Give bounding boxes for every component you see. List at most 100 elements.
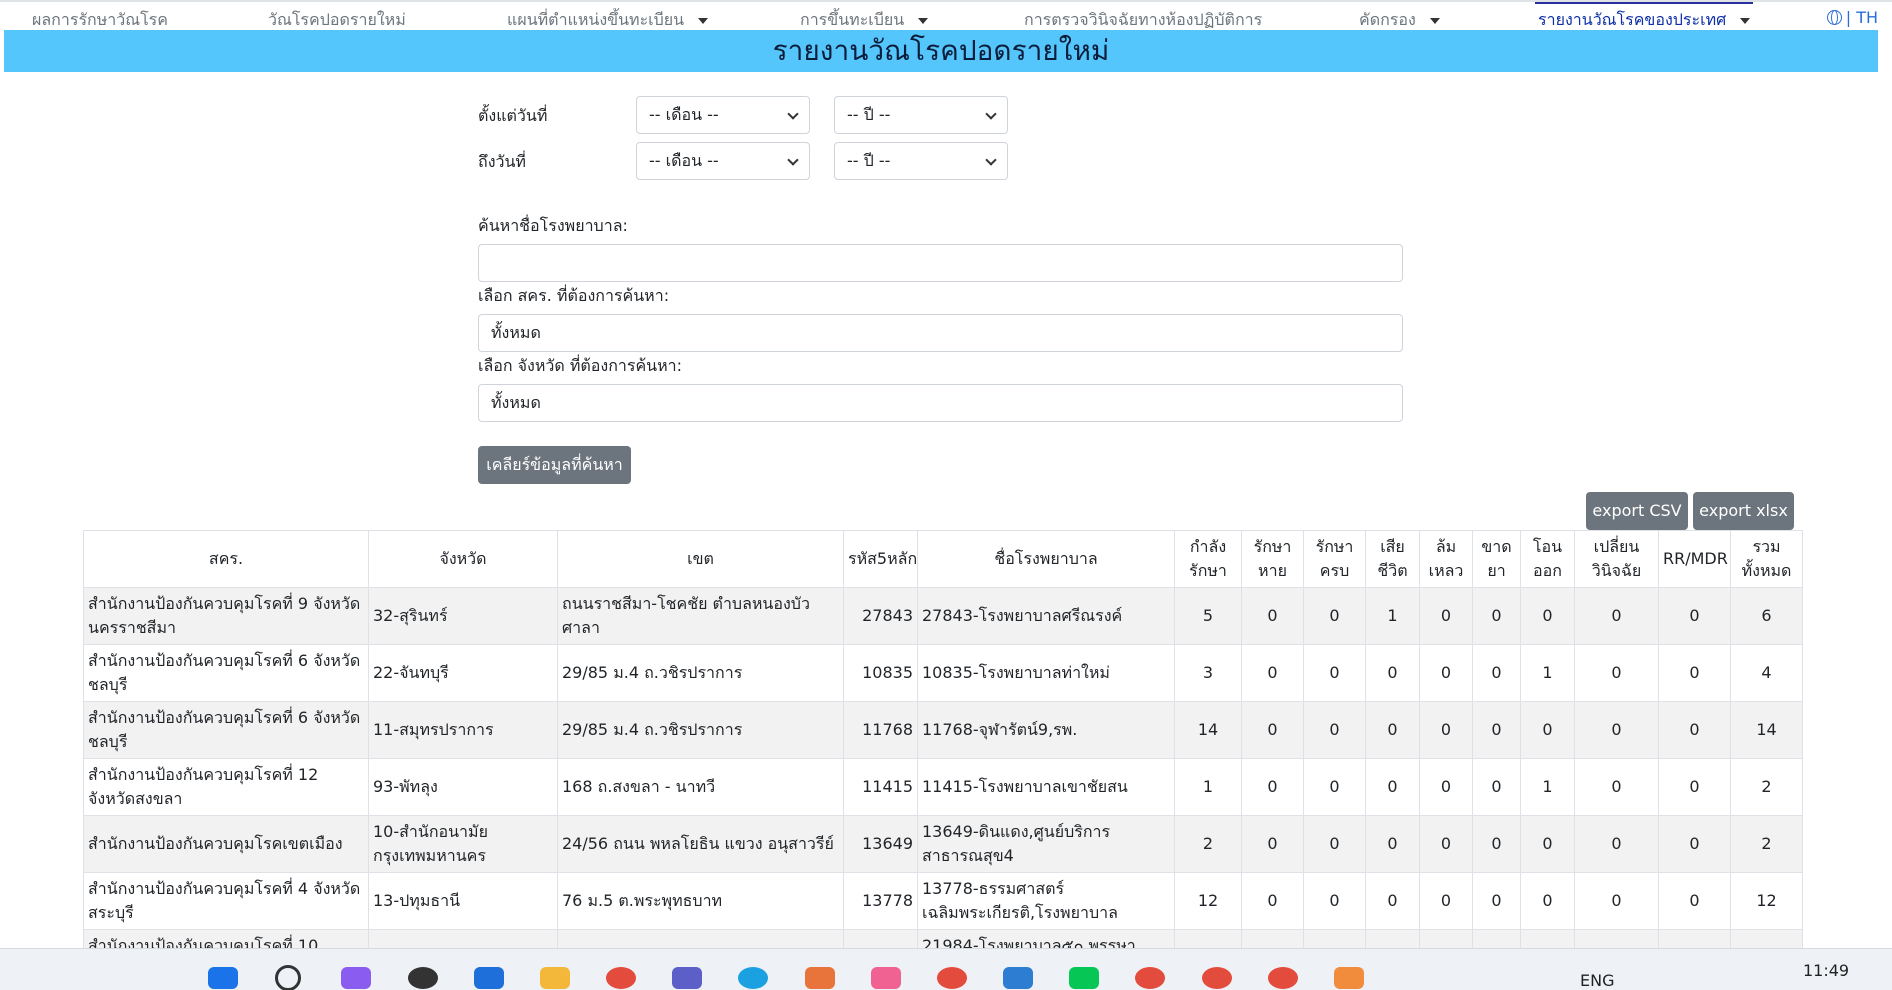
table-cell: 24/56 ถนน พหลโยธิน แขวง อนุสาวรีย์ xyxy=(557,815,844,873)
from-month-select[interactable]: -- เดือน -- xyxy=(636,96,810,134)
table-cell: 0 xyxy=(1365,758,1420,816)
teams-icon[interactable] xyxy=(672,967,702,989)
select-value: -- เดือน -- xyxy=(649,105,719,124)
column-header: เสีย ชีวิต xyxy=(1365,530,1420,588)
column-header: รักษา ครบ xyxy=(1303,530,1366,588)
table-cell: 0 xyxy=(1472,758,1521,816)
chevron-down-icon xyxy=(985,154,997,166)
to-year-select[interactable]: -- ปี -- xyxy=(834,142,1008,180)
table-cell: 0 xyxy=(1520,587,1575,645)
table-cell: 22-จันทบุรี xyxy=(368,644,558,702)
vscode-icon[interactable] xyxy=(1003,967,1033,989)
table-cell: 0 xyxy=(1574,587,1659,645)
os-taskbar: ENG 11:49 xyxy=(0,948,1892,990)
table-cell: 0 xyxy=(1241,644,1304,702)
input-language[interactable]: ENG xyxy=(1580,971,1614,990)
table-row: สำนักงานป้องกันควบคุมโรคที่ 6 จังหวัดชลบ… xyxy=(83,644,1803,702)
table-cell: 0 xyxy=(1419,872,1473,930)
table-cell: 10835-โรงพยาบาลท่าใหม่ xyxy=(917,644,1175,702)
table-cell: 2 xyxy=(1730,815,1803,873)
region-select[interactable]: ทั้งหมด xyxy=(478,314,1403,352)
tools-icon[interactable] xyxy=(805,967,835,989)
table-cell: 0 xyxy=(1472,701,1521,759)
xampp-icon[interactable] xyxy=(1334,967,1364,989)
table-row: สำนักงานป้องกันควบคุมโรคที่ 4 จังหวัดสระ… xyxy=(83,872,1803,930)
column-header: รักษา หาย xyxy=(1241,530,1304,588)
nav-label: การตรวจวินิจฉัยทางห้องปฏิบัติการ xyxy=(1024,10,1263,29)
table-cell: 0 xyxy=(1574,872,1659,930)
province-label: เลือก จังหวัด ที่ต้องการค้นหา: xyxy=(478,356,683,375)
table-cell: 93-พัทลุง xyxy=(368,758,558,816)
table-cell: 0 xyxy=(1365,872,1420,930)
table-cell: 0 xyxy=(1303,815,1366,873)
folder-icon[interactable] xyxy=(540,967,570,989)
chevron-down-icon xyxy=(985,108,997,120)
table-cell: 0 xyxy=(1574,644,1659,702)
app-icon[interactable] xyxy=(408,967,438,989)
table-cell: 12 xyxy=(1174,872,1242,930)
chrome-icon[interactable] xyxy=(1268,967,1298,989)
edge-icon[interactable] xyxy=(738,967,768,989)
table-cell: 0 xyxy=(1241,701,1304,759)
table-cell: สำนักงานป้องกันควบคุมโรคเขตเมือง xyxy=(83,815,369,873)
nav-label: แผนที่ตำแหน่งขึ้นทะเบียน xyxy=(507,10,685,29)
clear-search-button[interactable]: เคลียร์ข้อมูลที่ค้นหา xyxy=(478,446,631,484)
table-cell: 11415-โรงพยาบาลเขาชัยสน xyxy=(917,758,1175,816)
language-switch[interactable]: | TH xyxy=(1826,8,1878,27)
column-header: รวม ทั้งหมด xyxy=(1730,530,1803,588)
table-row: สำนักงานป้องกันควบคุมโรคที่ 6 จังหวัดชลบ… xyxy=(83,701,1803,759)
nav-label: วัณโรคปอดรายใหม่ xyxy=(268,10,406,29)
chrome-icon[interactable] xyxy=(1202,967,1232,989)
search-icon[interactable] xyxy=(275,965,301,990)
table-cell: 11-สมุทรปราการ xyxy=(368,701,558,759)
table-cell: 10835 xyxy=(843,644,918,702)
export-csv-button[interactable]: export CSV xyxy=(1586,492,1688,530)
caret-down-icon xyxy=(1429,17,1440,24)
table-cell: 1 xyxy=(1520,644,1575,702)
table-cell: 0 xyxy=(1658,758,1731,816)
table-cell: 29/85 ม.4 ถ.วชิรปราการ xyxy=(557,644,844,702)
table-cell: 1 xyxy=(1365,587,1420,645)
line-icon[interactable] xyxy=(1069,967,1099,989)
from-year-select[interactable]: -- ปี -- xyxy=(834,96,1008,134)
table-cell: 0 xyxy=(1241,758,1304,816)
caret-down-icon xyxy=(918,17,929,24)
column-header: ขาด ยา xyxy=(1472,530,1521,588)
table-header: สคร. จังหวัด เขต รหัส5หลัก ชื่อโรงพยาบาล กำลั… xyxy=(83,530,1803,588)
chrome-icon[interactable] xyxy=(606,967,636,989)
table-cell: 76 ม.5 ต.พระพุทธบาท xyxy=(557,872,844,930)
chrome-icon[interactable] xyxy=(937,967,967,989)
column-header: RR/MDR xyxy=(1658,530,1731,588)
table-cell: 13-ปทุมธานี xyxy=(368,872,558,930)
region-label: เลือก สคร. ที่ต้องการค้นหา: xyxy=(478,286,670,305)
table-cell: 0 xyxy=(1419,644,1473,702)
table-cell: 0 xyxy=(1365,815,1420,873)
store-icon[interactable] xyxy=(474,967,504,989)
chrome-icon[interactable] xyxy=(1135,967,1165,989)
volume-icon[interactable] xyxy=(1676,967,1698,989)
clock[interactable]: 11:49 xyxy=(1803,961,1849,980)
table-cell: 12 xyxy=(1730,872,1803,930)
table-cell: 0 xyxy=(1658,701,1731,759)
table-cell: 0 xyxy=(1241,815,1304,873)
column-header: เขต xyxy=(557,530,844,588)
column-header: สคร. xyxy=(83,530,369,588)
export-xlsx-button[interactable]: export xlsx xyxy=(1693,492,1794,530)
hospital-search-input[interactable] xyxy=(478,244,1403,282)
from-date-label: ตั้งแต่วันที่ xyxy=(478,106,548,125)
wifi-icon[interactable] xyxy=(1644,967,1666,989)
table-cell: 0 xyxy=(1365,701,1420,759)
to-month-select[interactable]: -- เดือน -- xyxy=(636,142,810,180)
battery-icon[interactable] xyxy=(1712,967,1734,989)
start-icon[interactable] xyxy=(208,967,238,989)
table-header-row: สคร. จังหวัด เขต รหัส5หลัก ชื่อโรงพยาบาล กำลั… xyxy=(83,530,1803,588)
table-cell: 0 xyxy=(1520,701,1575,759)
select-value: -- ปี -- xyxy=(847,151,891,170)
province-select[interactable]: ทั้งหมด xyxy=(478,384,1403,422)
app-icon[interactable] xyxy=(871,967,901,989)
table-cell: 0 xyxy=(1472,872,1521,930)
chevron-up-icon[interactable] xyxy=(1482,967,1500,989)
copilot-icon[interactable] xyxy=(341,967,371,989)
table-cell: 0 xyxy=(1520,872,1575,930)
table-row: สำนักงานป้องกันควบคุมโรคเขตเมือง 10-สำนัก… xyxy=(83,815,1803,873)
